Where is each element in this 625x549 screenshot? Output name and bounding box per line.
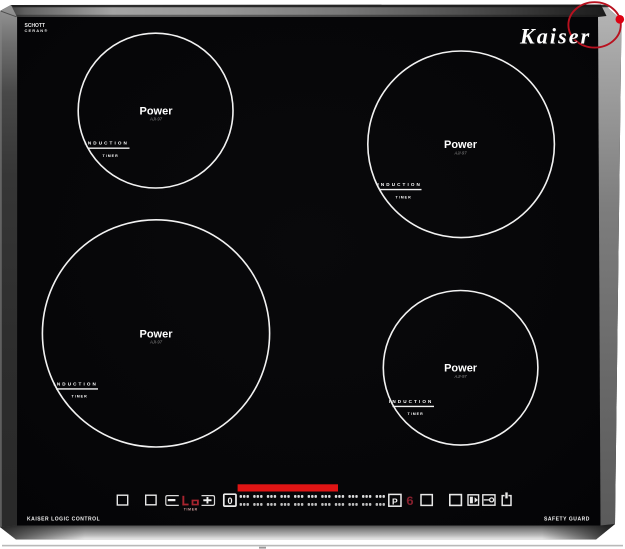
svg-text:SAFETY GUARD: SAFETY GUARD <box>544 517 590 523</box>
svg-text:TIMER: TIMER <box>408 412 424 416</box>
svg-text:TIMER: TIMER <box>72 395 88 399</box>
svg-text:AJI-97: AJI-97 <box>453 150 467 155</box>
svg-text:TIMER: TIMER <box>396 195 412 199</box>
svg-text:Kaiser: Kaiser <box>519 24 591 49</box>
svg-text:AJI-97: AJI-97 <box>149 117 163 122</box>
svg-text:INDUCTION: INDUCTION <box>378 182 422 187</box>
svg-text:KAISER LOGIC CONTROL: KAISER LOGIC CONTROL <box>27 517 100 523</box>
svg-text:INDUCTION: INDUCTION <box>54 381 98 386</box>
svg-text:Power: Power <box>444 139 478 151</box>
svg-text:CERAN®: CERAN® <box>25 28 49 33</box>
svg-text:INDUCTION: INDUCTION <box>389 399 433 404</box>
svg-text:P: P <box>392 496 398 506</box>
svg-text:TIMER: TIMER <box>184 508 198 512</box>
svg-text:AJI-97: AJI-97 <box>454 374 468 379</box>
svg-text:AJI-97: AJI-97 <box>149 340 163 345</box>
svg-text:TIMER: TIMER <box>103 154 119 158</box>
svg-text:INDUCTION: INDUCTION <box>85 140 129 145</box>
svg-text:Power: Power <box>444 363 478 375</box>
svg-text:Power: Power <box>139 328 173 340</box>
svg-text:0: 0 <box>227 496 232 506</box>
svg-text:6: 6 <box>406 494 414 509</box>
